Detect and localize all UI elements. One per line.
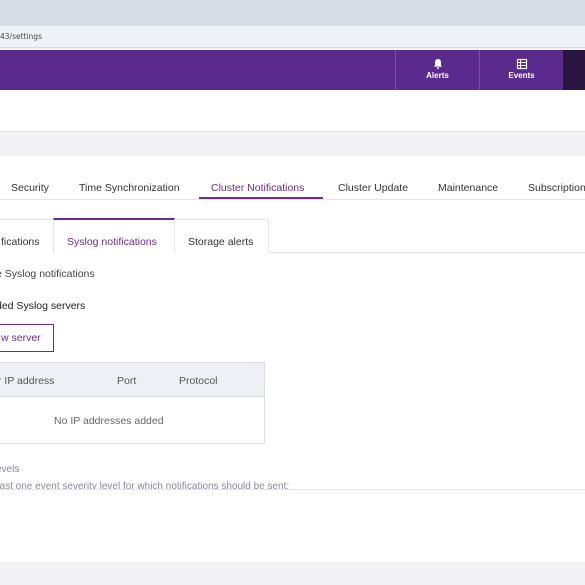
tab-cluster-update[interactable]: Cluster Update	[338, 182, 408, 194]
column-port: Port	[117, 375, 137, 387]
tab-cluster-notifications[interactable]: Cluster Notifications	[211, 182, 304, 194]
subtab-email-notifications[interactable]: fications	[0, 219, 54, 253]
enable-syslog-label[interactable]: e Syslog notifications	[0, 268, 95, 280]
bell-icon	[433, 59, 442, 69]
tab-maintenance[interactable]: Maintenance	[438, 182, 498, 194]
table-header: r IP address Port Protocol	[0, 363, 264, 397]
subtab-syslog-label: Syslog notifications	[67, 236, 157, 248]
alerts-label: Alerts	[426, 71, 449, 80]
subtab-storage-alerts[interactable]: Storage alerts	[174, 219, 269, 253]
url-text: 43/settings	[0, 32, 42, 41]
notification-subtab-bar: fications Syslog notifications Storage a…	[0, 218, 585, 253]
syslog-servers-heading: ded Syslog servers	[0, 300, 86, 312]
column-protocol: Protocol	[179, 375, 218, 387]
settings-tab-bar: Security Time Synchronization Cluster No…	[0, 156, 585, 200]
list-icon	[516, 58, 527, 70]
subtab-storage-label: Storage alerts	[188, 236, 254, 248]
settings-content: Security Time Synchronization Cluster No…	[0, 156, 585, 489]
page-header-panel	[0, 90, 585, 132]
syslog-servers-table: r IP address Port Protocol No IP address…	[0, 362, 265, 444]
user-menu-edge[interactable]	[563, 50, 585, 90]
events-button[interactable]: Events	[479, 50, 563, 90]
add-new-server-button[interactable]: w server	[0, 324, 54, 352]
alerts-button[interactable]: Alerts	[395, 50, 479, 90]
severity-levels-description: east one event severity level for which …	[0, 481, 290, 489]
footer-panel	[0, 489, 585, 562]
browser-chrome	[0, 0, 585, 26]
active-tab-indicator	[199, 197, 323, 199]
column-ip-address: r IP address	[0, 375, 55, 387]
subtab-email-label: fications	[1, 236, 40, 248]
empty-table-message: No IP addresses added	[54, 415, 164, 427]
subtab-syslog-notifications[interactable]: Syslog notifications	[53, 218, 175, 253]
events-label: Events	[508, 71, 535, 80]
address-bar[interactable]: 43/settings	[0, 26, 585, 48]
tab-time-synchronization[interactable]: Time Synchronization	[79, 182, 180, 194]
severity-levels-heading: evels	[0, 464, 20, 475]
top-navigation-bar: Alerts Events	[0, 50, 585, 90]
tab-security[interactable]: Security	[11, 182, 49, 194]
tab-subscription[interactable]: Subscription	[528, 182, 585, 194]
